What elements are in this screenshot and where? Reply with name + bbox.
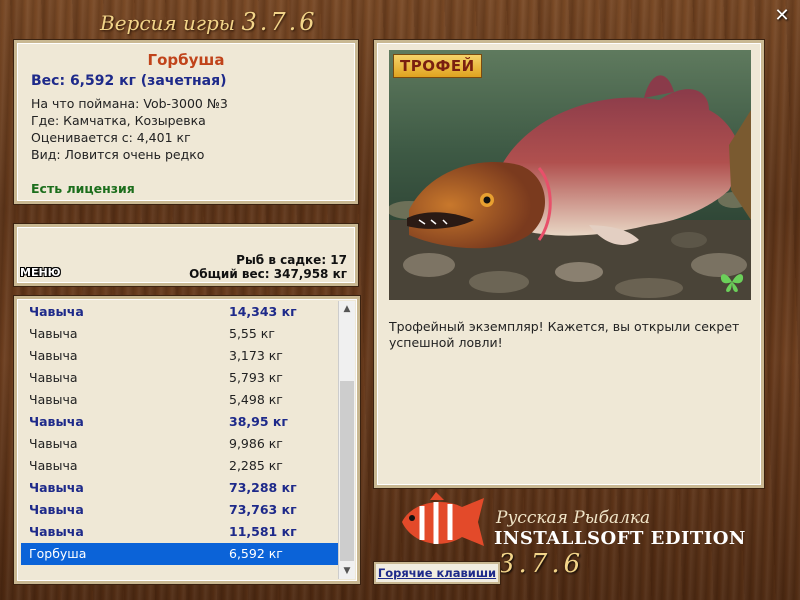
brand-edition: INSTALLSOFT EDITION (494, 528, 746, 549)
list-item[interactable]: Чавыча 2,285 кг (21, 455, 339, 477)
list-item-name: Чавыча (29, 348, 78, 363)
list-item-weight: 73,288 кг (229, 480, 297, 495)
list-item[interactable]: Чавыча 5,55 кг (21, 323, 339, 345)
title-version: 3.7.6 (241, 8, 318, 36)
rated-from: Оценивается с: 4,401 кг (31, 130, 191, 145)
trophy-badge: ТРОФЕЙ (393, 54, 482, 78)
scroll-up-icon[interactable]: ▲ (339, 301, 355, 317)
list-item-name: Чавыча (29, 480, 84, 495)
list-item[interactable]: Чавыча 38,95 кг (21, 411, 339, 433)
list-item-weight: 5,55 кг (229, 326, 275, 341)
list-item-weight: 9,986 кг (229, 436, 283, 451)
trophy-description: Трофейный экземпляр! Кажется, вы открыли… (389, 319, 740, 350)
total-weight: Общий вес: 347,958 кг (189, 267, 347, 281)
list-item[interactable]: Чавыча 3,173 кг (21, 345, 339, 367)
brand-title: Русская Рыбалка (496, 508, 651, 528)
list-item[interactable]: Чавыча 73,763 кг (21, 499, 339, 521)
list-item-weight: 2,285 кг (229, 458, 283, 473)
caught-on: На что поймана: Vob-3000 №3 (31, 96, 228, 111)
logo-fish-icon (392, 492, 488, 560)
list-item-name: Горбуша (29, 546, 87, 561)
list-item[interactable]: Чавыча 9,986 кг (21, 433, 339, 455)
fish-photo: ТРОФЕЙ (389, 50, 751, 300)
window-title: Версия игры 3.7.6 (100, 4, 318, 40)
list-item-name: Чавыча (29, 436, 78, 451)
list-item[interactable]: Чавыча 73,288 кг (21, 477, 339, 499)
list-item-weight: 38,95 кг (229, 414, 288, 429)
list-item-name: Чавыча (29, 326, 78, 341)
fish-count: Рыб в садке: 17 (236, 253, 347, 267)
list-item[interactable]: Чавыча 5,793 кг (21, 367, 339, 389)
list-item-weight: 14,343 кг (229, 304, 297, 319)
list-item-weight: 5,498 кг (229, 392, 283, 407)
trophy-photo-panel: ТРОФЕЙ Трофейный экземпляр! Кажется, вы … (374, 40, 764, 488)
list-item[interactable]: Чавыча 14,343 кг (21, 301, 339, 323)
list-item-weight: 11,581 кг (229, 524, 297, 539)
list-item-weight: 5,793 кг (229, 370, 283, 385)
list-item-name: Чавыча (29, 414, 84, 429)
fish-info-panel: Горбуша Вес: 6,592 кг (зачетная) На что … (14, 40, 358, 204)
license-status: Есть лицензия (31, 181, 135, 196)
brand-logo: Русская Рыбалка INSTALLSOFT EDITION 3.7.… (494, 508, 800, 579)
list-item-name: Чавыча (29, 524, 84, 539)
hotkeys-button[interactable]: Горячие клавиши (374, 562, 500, 584)
list-item-selected[interactable]: Горбуша 6,592 кг (21, 543, 339, 565)
catch-list: Чавыча 14,343 кг Чавыча 5,55 кг Чавыча 3,173 … (21, 301, 339, 565)
list-scrollbar[interactable]: ▲ ▼ (338, 301, 355, 579)
fish-weight: Вес: 6,592 кг (зачетная) (31, 73, 227, 89)
list-item-weight: 73,763 кг (229, 502, 297, 517)
catch-list-panel: Чавыча 14,343 кг Чавыча 5,55 кг Чавыча 3,173 … (14, 296, 360, 584)
catch-stats: Рыб в садке: 17 Общий вес: 347,958 кг (189, 253, 347, 281)
scroll-thumb[interactable] (340, 381, 354, 561)
fish-name: Горбуша (147, 51, 225, 69)
list-item-name: Чавыча (29, 304, 84, 319)
list-item-name: Чавыча (29, 370, 78, 385)
close-icon[interactable]: ✕ (772, 6, 792, 26)
fish-kind: Вид: Ловится очень редко (31, 147, 205, 162)
list-item-name: Чавыча (29, 502, 84, 517)
list-item-name: Чавыча (29, 458, 78, 473)
scroll-down-icon[interactable]: ▼ (339, 563, 355, 579)
catch-location: Где: Камчатка, Козыревка (31, 113, 206, 128)
title-prefix: Версия игры (100, 11, 236, 35)
fish-illustration (389, 75, 751, 300)
list-item-weight: 3,173 кг (229, 348, 283, 363)
list-item-weight: 6,592 кг (229, 546, 283, 561)
menu-button[interactable]: МЕНЮ (20, 266, 61, 279)
butterfly-icon[interactable] (719, 270, 745, 294)
list-item-name: Чавыча (29, 392, 78, 407)
brand-version: 3.7.6 (498, 549, 585, 579)
list-item[interactable]: Чавыча 11,581 кг (21, 521, 339, 543)
list-item[interactable]: Чавыча 5,498 кг (21, 389, 339, 411)
catch-summary-panel: Рыб в садке: 17 Общий вес: 347,958 кг (14, 224, 358, 286)
